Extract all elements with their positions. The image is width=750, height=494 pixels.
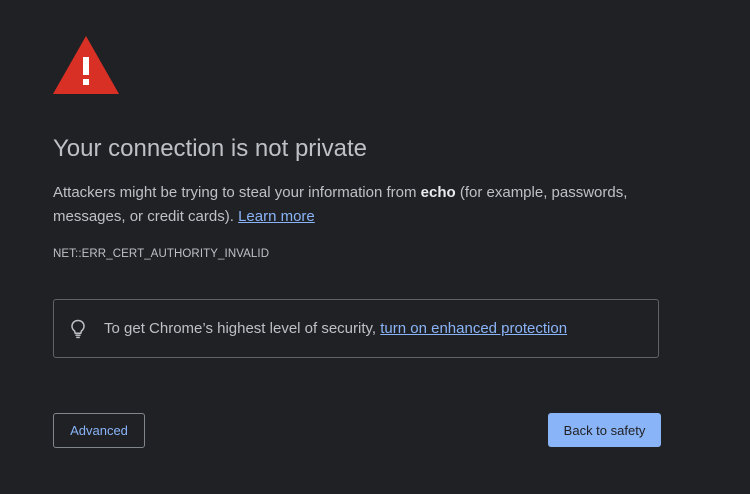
host-name: echo xyxy=(420,184,456,201)
main-message: Attackers might be trying to steal your … xyxy=(53,181,653,229)
enhanced-protection-prompt: To get Chrome’s highest level of securit… xyxy=(104,320,381,337)
back-to-safety-button[interactable]: Back to safety xyxy=(548,413,661,447)
warning-triangle-icon xyxy=(52,35,120,95)
message-text-before-host: Attackers might be trying to steal your … xyxy=(53,184,421,201)
enhanced-protection-box: To get Chrome’s highest level of securit… xyxy=(53,299,659,358)
enhanced-protection-link[interactable]: turn on enhanced protection xyxy=(380,320,567,337)
advanced-button[interactable]: Advanced xyxy=(53,413,145,448)
learn-more-link[interactable]: Learn more xyxy=(238,208,315,225)
lightbulb-icon xyxy=(70,319,86,339)
page-title: Your connection is not private xyxy=(53,135,367,162)
error-code: NET::ERR_CERT_AUTHORITY_INVALID xyxy=(53,248,270,260)
enhanced-protection-text: To get Chrome’s highest level of securit… xyxy=(104,320,567,337)
